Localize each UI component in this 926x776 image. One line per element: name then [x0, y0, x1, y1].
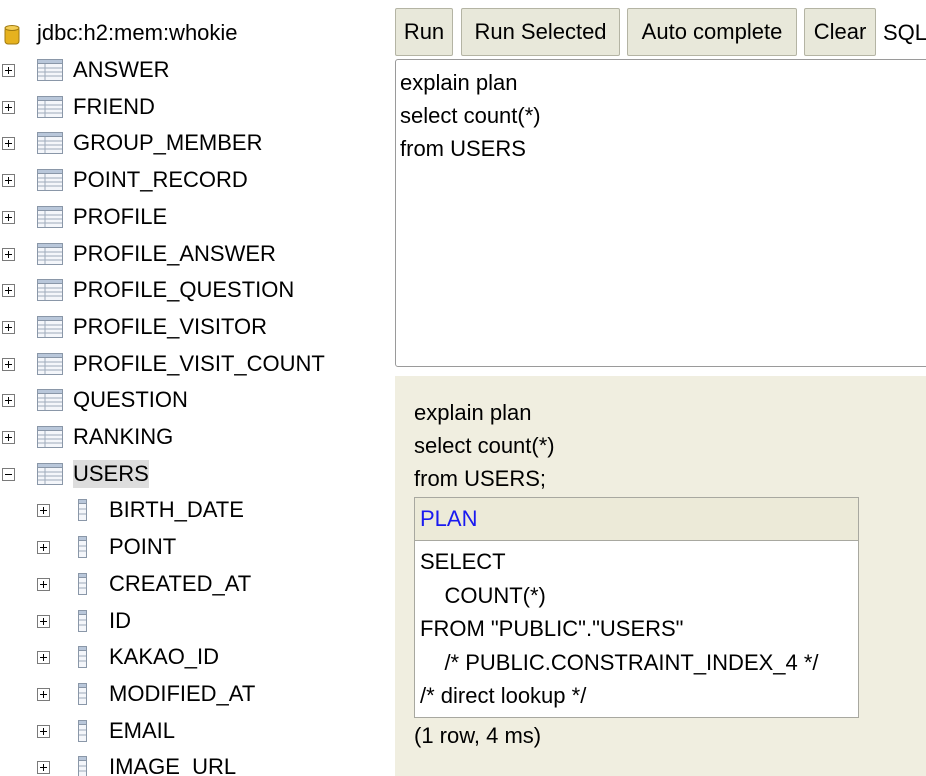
sql-statement-label: SQL [883, 20, 926, 45]
table-name[interactable]: PROFILE_VISITOR [73, 313, 267, 341]
expand-icon[interactable] [2, 247, 15, 261]
column-icon [78, 682, 87, 705]
run-button[interactable]: Run [395, 8, 453, 56]
table-icon [37, 205, 63, 228]
sql-editor[interactable]: explain plan select count(*) from USERS [395, 59, 926, 367]
table-name[interactable]: PROFILE_ANSWER [73, 240, 276, 268]
tree-column-row[interactable]: KAKAO_ID [0, 641, 392, 677]
clear-button[interactable]: Clear [804, 8, 876, 56]
expand-icon[interactable] [37, 614, 50, 628]
column-icon [78, 756, 87, 776]
tree-table-row[interactable]: PROFILE_VISIT_COUNT [0, 348, 392, 384]
expand-icon[interactable] [37, 651, 50, 665]
table-name[interactable]: USERS [73, 459, 149, 488]
row-count-info: (1 row, 4 ms) [414, 723, 542, 748]
column-icon [78, 572, 87, 595]
table-icon [37, 279, 63, 302]
table-name[interactable]: FRIEND [73, 93, 155, 121]
tree-table-row[interactable]: PROFILE_VISITOR [0, 311, 392, 347]
table-icon [37, 462, 63, 485]
tree-column-row[interactable]: IMAGE_URL [0, 751, 392, 776]
column-name[interactable]: POINT [109, 533, 176, 561]
tree-table-row[interactable]: PROFILE_ANSWER [0, 238, 392, 274]
database-icon [4, 25, 20, 45]
expand-icon[interactable] [2, 394, 15, 408]
expand-icon[interactable] [37, 504, 50, 518]
column-icon [78, 646, 87, 669]
expand-icon[interactable] [2, 100, 15, 114]
column-icon [78, 719, 87, 742]
expand-icon[interactable] [37, 724, 50, 738]
tree-column-row[interactable]: BIRTH_DATE [0, 494, 392, 530]
table-name[interactable]: PROFILE_QUESTION [73, 276, 294, 304]
table-icon [37, 132, 63, 155]
table-icon [37, 169, 63, 192]
tree-table-row[interactable]: POINT_RECORD [0, 164, 392, 200]
column-name[interactable]: MODIFIED_AT [109, 680, 255, 708]
table-icon [37, 59, 63, 81]
executed-sql: explain plan select count(*) from USERS; [414, 400, 555, 491]
expand-icon[interactable] [37, 687, 50, 701]
result-table: PLAN SELECT COUNT(*) FROM "PUBLIC"."USER… [414, 497, 859, 718]
table-name[interactable]: RANKING [73, 423, 173, 451]
column-name[interactable]: IMAGE_URL [109, 753, 236, 776]
table-icon [37, 352, 63, 375]
expand-icon[interactable] [2, 320, 15, 334]
tree-table-row[interactable]: USERS [0, 458, 392, 494]
table-name[interactable]: POINT_RECORD [73, 166, 248, 194]
column-name[interactable]: ID [109, 607, 131, 635]
tree-table-row[interactable]: QUESTION [0, 384, 392, 420]
table-icon [37, 426, 63, 448]
table-icon [37, 389, 63, 412]
tree-table-row[interactable]: ANSWER [0, 54, 392, 90]
expand-icon[interactable] [2, 210, 15, 224]
tree-table-row[interactable]: RANKING [0, 421, 392, 457]
tree-column-row[interactable]: ID [0, 605, 392, 641]
tree-table-row[interactable]: GROUP_MEMBER [0, 127, 392, 163]
column-name[interactable]: KAKAO_ID [109, 643, 219, 671]
collapse-icon[interactable] [2, 467, 15, 481]
table-name[interactable]: PROFILE_VISIT_COUNT [73, 350, 325, 378]
table-name[interactable]: PROFILE [73, 203, 167, 231]
expand-icon[interactable] [37, 541, 50, 555]
run-selected-button[interactable]: Run Selected [461, 8, 620, 56]
table-icon [37, 95, 63, 118]
auto-complete-button[interactable]: Auto complete [627, 8, 797, 56]
expand-icon[interactable] [2, 137, 15, 151]
tree-column-row[interactable]: MODIFIED_AT [0, 678, 392, 714]
column-icon [78, 499, 87, 522]
connection-label[interactable]: jdbc:h2:mem:whokie [37, 19, 238, 47]
expand-icon[interactable] [2, 174, 15, 188]
tree-column-row[interactable]: CREATED_AT [0, 568, 392, 604]
column-name[interactable]: BIRTH_DATE [109, 496, 244, 524]
table-name[interactable]: QUESTION [73, 386, 188, 414]
column-icon [78, 609, 87, 632]
tree-table-row[interactable]: FRIEND [0, 91, 392, 127]
result-panel: explain plan select count(*) from USERS;… [395, 376, 926, 776]
expand-icon[interactable] [2, 284, 15, 298]
plan-column-header[interactable]: PLAN [414, 497, 859, 541]
expand-icon[interactable] [37, 761, 50, 775]
column-icon [78, 536, 87, 559]
expand-icon[interactable] [2, 357, 15, 371]
table-name[interactable]: ANSWER [73, 56, 170, 84]
tree-column-row[interactable]: EMAIL [0, 715, 392, 751]
tree-column-row[interactable]: POINT [0, 531, 392, 567]
table-name[interactable]: GROUP_MEMBER [73, 129, 262, 157]
column-name[interactable]: EMAIL [109, 717, 175, 745]
table-icon [37, 242, 63, 265]
expand-icon[interactable] [2, 431, 15, 444]
expand-icon[interactable] [37, 577, 50, 591]
object-tree: jdbc:h2:mem:whokie ANSWER FRIEND GROUP_MEM… [0, 0, 392, 776]
tree-table-row[interactable]: PROFILE [0, 201, 392, 237]
expand-icon[interactable] [2, 64, 15, 77]
tree-table-row[interactable]: PROFILE_QUESTION [0, 274, 392, 310]
table-icon [37, 315, 63, 338]
plan-cell: SELECT COUNT(*) FROM "PUBLIC"."USERS" /*… [414, 540, 859, 717]
column-name[interactable]: CREATED_AT [109, 570, 251, 598]
